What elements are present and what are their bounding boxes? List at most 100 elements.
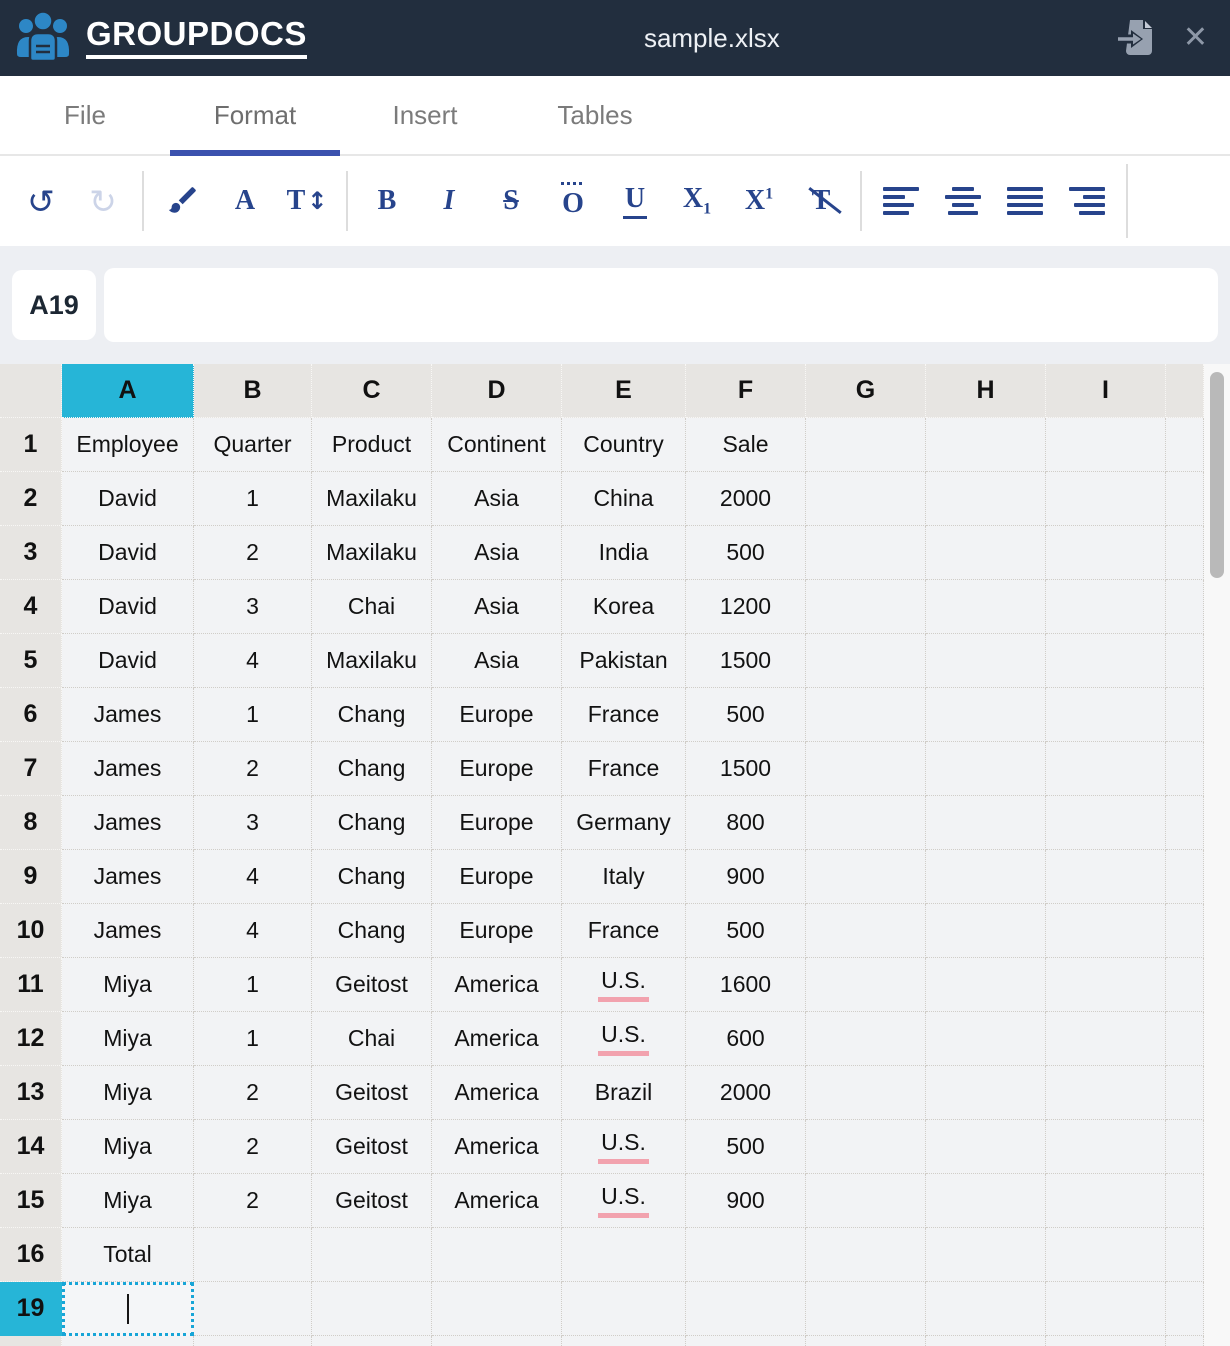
cell-I8[interactable] xyxy=(1046,796,1166,850)
cell-C4[interactable]: Chai xyxy=(312,580,432,634)
cell-F10[interactable]: 500 xyxy=(686,904,806,958)
redo-button[interactable]: ↻ xyxy=(72,170,134,232)
row-header-6[interactable]: 6 xyxy=(0,688,62,742)
cell-G12[interactable] xyxy=(806,1012,926,1066)
superscript-button[interactable]: X1 xyxy=(728,170,790,232)
cell-B10[interactable]: 4 xyxy=(194,904,312,958)
cell-A12[interactable]: Miya xyxy=(62,1012,194,1066)
cell-F13[interactable]: 2000 xyxy=(686,1066,806,1120)
cell-H3[interactable] xyxy=(926,526,1046,580)
cell-C12[interactable]: Chai xyxy=(312,1012,432,1066)
cell-D16[interactable] xyxy=(432,1228,562,1282)
row-header-13[interactable]: 13 xyxy=(0,1066,62,1120)
row-header-1[interactable]: 1 xyxy=(0,418,62,472)
cell-A19[interactable] xyxy=(62,1282,194,1336)
cell-E9[interactable]: Italy xyxy=(562,850,686,904)
cell-H10[interactable] xyxy=(926,904,1046,958)
cell-H8[interactable] xyxy=(926,796,1046,850)
cell-D19[interactable] xyxy=(432,1282,562,1336)
cell-B9[interactable]: 4 xyxy=(194,850,312,904)
export-document-button[interactable] xyxy=(1117,16,1157,61)
cell-G19[interactable] xyxy=(806,1282,926,1336)
tab-file[interactable]: File xyxy=(0,76,170,154)
cell-E15[interactable]: U.S. xyxy=(562,1174,686,1228)
tab-insert[interactable]: Insert xyxy=(340,76,510,154)
cell-E10[interactable]: France xyxy=(562,904,686,958)
cell-D14[interactable]: America xyxy=(432,1120,562,1174)
cell-C8[interactable]: Chang xyxy=(312,796,432,850)
cell-H1[interactable] xyxy=(926,418,1046,472)
cell-D2[interactable]: Asia xyxy=(432,472,562,526)
cell-H19[interactable] xyxy=(926,1282,1046,1336)
cell-I6[interactable] xyxy=(1046,688,1166,742)
cell-H12[interactable] xyxy=(926,1012,1046,1066)
cell-C15[interactable]: Geitost xyxy=(312,1174,432,1228)
align-justify-button[interactable] xyxy=(994,170,1056,232)
row-header-14[interactable]: 14 xyxy=(0,1120,62,1174)
cell-B3[interactable]: 2 xyxy=(194,526,312,580)
cell-reference-box[interactable]: A19 xyxy=(12,270,96,340)
column-header-D[interactable]: D xyxy=(432,364,562,418)
cell-A13[interactable]: Miya xyxy=(62,1066,194,1120)
cell-E4[interactable]: Korea xyxy=(562,580,686,634)
vertical-scrollbar[interactable] xyxy=(1210,372,1224,578)
cell-C1[interactable]: Product xyxy=(312,418,432,472)
column-header-E[interactable]: E xyxy=(562,364,686,418)
row-header-10[interactable]: 10 xyxy=(0,904,62,958)
cell-E3[interactable]: India xyxy=(562,526,686,580)
row-header-2[interactable]: 2 xyxy=(0,472,62,526)
cell-I15[interactable] xyxy=(1046,1174,1166,1228)
cell-D12[interactable]: America xyxy=(432,1012,562,1066)
cell-C13[interactable]: Geitost xyxy=(312,1066,432,1120)
cell-A9[interactable]: James xyxy=(62,850,194,904)
cell-F16[interactable] xyxy=(686,1228,806,1282)
cell-E11[interactable]: U.S. xyxy=(562,958,686,1012)
row-header-8[interactable]: 8 xyxy=(0,796,62,850)
row-header-19[interactable]: 19 xyxy=(0,1282,62,1336)
cell-partial[interactable] xyxy=(194,1336,312,1346)
cell-C19[interactable] xyxy=(312,1282,432,1336)
close-button[interactable]: ✕ xyxy=(1183,23,1208,53)
cell-F4[interactable]: 1200 xyxy=(686,580,806,634)
cell-C16[interactable] xyxy=(312,1228,432,1282)
cell-G6[interactable] xyxy=(806,688,926,742)
cell-H5[interactable] xyxy=(926,634,1046,688)
cell-F2[interactable]: 2000 xyxy=(686,472,806,526)
cell-I5[interactable] xyxy=(1046,634,1166,688)
cell-I11[interactable] xyxy=(1046,958,1166,1012)
cell-H2[interactable] xyxy=(926,472,1046,526)
tab-format[interactable]: Format xyxy=(170,76,340,154)
cell-B7[interactable]: 2 xyxy=(194,742,312,796)
cell-D10[interactable]: Europe xyxy=(432,904,562,958)
cell-H11[interactable] xyxy=(926,958,1046,1012)
row-header-7[interactable]: 7 xyxy=(0,742,62,796)
column-header-I[interactable]: I xyxy=(1046,364,1166,418)
cell-A7[interactable]: James xyxy=(62,742,194,796)
cell-partial[interactable] xyxy=(562,1336,686,1346)
cell-A2[interactable]: David xyxy=(62,472,194,526)
row-header-16[interactable]: 16 xyxy=(0,1228,62,1282)
cell-D4[interactable]: Asia xyxy=(432,580,562,634)
cell-F9[interactable]: 900 xyxy=(686,850,806,904)
cell-partial[interactable] xyxy=(1046,1336,1166,1346)
cell-D5[interactable]: Asia xyxy=(432,634,562,688)
cell-F3[interactable]: 500 xyxy=(686,526,806,580)
cell-C14[interactable]: Geitost xyxy=(312,1120,432,1174)
cell-A6[interactable]: James xyxy=(62,688,194,742)
cell-C3[interactable]: Maxilaku xyxy=(312,526,432,580)
formula-input[interactable] xyxy=(104,268,1218,342)
cell-F19[interactable] xyxy=(686,1282,806,1336)
cell-A1[interactable]: Employee xyxy=(62,418,194,472)
cell-D13[interactable]: America xyxy=(432,1066,562,1120)
cell-G14[interactable] xyxy=(806,1120,926,1174)
bold-button[interactable]: B xyxy=(356,170,418,232)
cell-H15[interactable] xyxy=(926,1174,1046,1228)
cell-G2[interactable] xyxy=(806,472,926,526)
cell-partial[interactable] xyxy=(312,1336,432,1346)
cell-H16[interactable] xyxy=(926,1228,1046,1282)
cell-D11[interactable]: America xyxy=(432,958,562,1012)
cell-G15[interactable] xyxy=(806,1174,926,1228)
cell-G8[interactable] xyxy=(806,796,926,850)
cell-B13[interactable]: 2 xyxy=(194,1066,312,1120)
cell-I19[interactable] xyxy=(1046,1282,1166,1336)
